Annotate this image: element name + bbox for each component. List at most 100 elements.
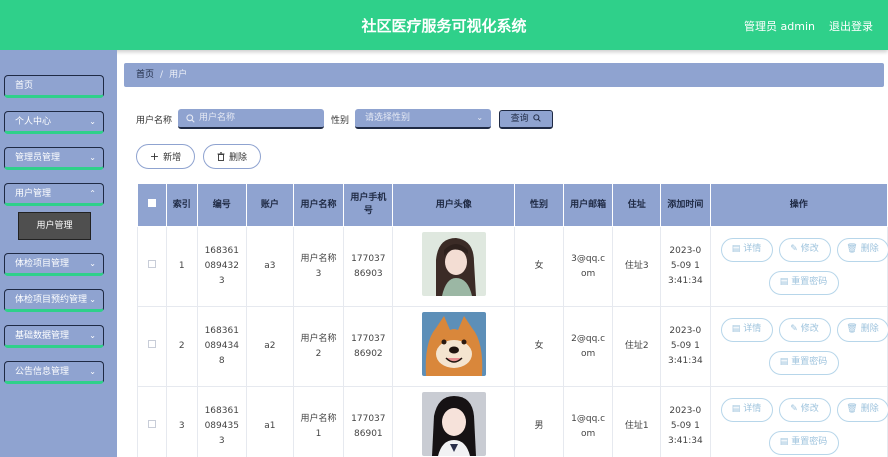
- cell-operations: ▤ 详情 ✎ 修改 🗑 删除 ▤ 重置密码: [709, 386, 888, 457]
- column-header: 用户手机号: [343, 183, 394, 227]
- column-header: 索引: [165, 183, 198, 227]
- cell-name: 用户名称1: [292, 386, 345, 457]
- sidebar-item-label: 体检项目预约管理: [15, 295, 88, 305]
- doc-icon: ▤: [779, 277, 789, 287]
- sidebar-item-base-data[interactable]: 基础数据管理 ⌄: [4, 325, 104, 348]
- select-all-cell: [137, 183, 167, 227]
- cell-index: 3: [165, 386, 198, 457]
- cell-avatar: [392, 226, 516, 307]
- cell-address: 住址2: [612, 306, 662, 387]
- sidebar-item-label: 基础数据管理: [15, 331, 70, 341]
- breadcrumb-current: 用户: [169, 70, 188, 80]
- cell-operations: ▤ 详情 ✎ 修改 🗑 删除 ▤ 重置密码: [709, 226, 888, 307]
- row-delete-button[interactable]: 🗑 删除: [836, 397, 888, 422]
- logout-link[interactable]: 退出登录: [829, 18, 873, 34]
- row-checkbox[interactable]: [147, 340, 156, 348]
- username-search-input[interactable]: 用户名称: [178, 109, 325, 129]
- edit-button-label: 修改: [800, 404, 819, 414]
- sidebar-item-user-management[interactable]: 用户管理 ⌃: [4, 183, 104, 206]
- reset-password-button-label: 重置密码: [791, 437, 828, 447]
- cell-address: 住址1: [612, 386, 662, 457]
- cell-index: 2: [165, 306, 198, 387]
- sidebar-item-admin-management[interactable]: 管理员管理 ⌄: [4, 147, 104, 170]
- edit-button[interactable]: ✎ 修改: [778, 237, 831, 262]
- delete-button[interactable]: 删除: [203, 144, 261, 169]
- cell-avatar: [392, 306, 516, 387]
- sidebar-item-label: 管理员管理: [15, 153, 61, 163]
- query-button[interactable]: 查询: [499, 109, 554, 129]
- cell-id: 1683610894348: [196, 306, 247, 387]
- reset-password-button[interactable]: ▤ 重置密码: [768, 350, 839, 375]
- edit-button-label: 修改: [800, 244, 819, 254]
- user-avatar-image[interactable]: [421, 231, 486, 296]
- user-avatar-image[interactable]: [421, 311, 486, 376]
- edit-button[interactable]: ✎ 修改: [778, 397, 831, 422]
- pen-icon: ✎: [790, 324, 798, 334]
- row-delete-button-label: 删除: [860, 244, 879, 254]
- detail-button[interactable]: ▤ 详情: [720, 317, 773, 342]
- pen-icon: ✎: [790, 404, 798, 414]
- sidebar-item-exam-booking[interactable]: 体检项目预约管理 ⌄: [4, 289, 104, 312]
- top-bar: 社区医疗服务可视化系统 管理员 admin 退出登录: [0, 0, 888, 50]
- select-all-checkbox[interactable]: [147, 198, 156, 207]
- row-checkbox[interactable]: [147, 260, 156, 268]
- submenu-item-user-management[interactable]: 用户管理: [18, 212, 91, 240]
- edit-button[interactable]: ✎ 修改: [778, 317, 831, 342]
- search-bar: 用户名称 用户名称 性别 请选择性别 ⌄ 查询: [136, 108, 554, 130]
- cell-phone: 17703786902: [343, 306, 394, 387]
- reset-password-button[interactable]: ▤ 重置密码: [768, 270, 839, 295]
- cell-index: 1: [165, 226, 198, 307]
- action-buttons: + 新增 删除: [136, 144, 261, 169]
- row-checkbox[interactable]: [147, 420, 156, 428]
- chevron-down-icon: ⌄: [89, 295, 96, 304]
- sidebar-item-exam-items[interactable]: 体检项目管理 ⌄: [4, 253, 104, 276]
- sidebar-item-personal-center[interactable]: 个人中心 ⌄: [4, 111, 104, 134]
- username-label: 用户名称: [136, 115, 173, 126]
- cell-name: 用户名称2: [292, 306, 345, 387]
- chevron-down-icon: ⌄: [476, 113, 484, 122]
- detail-button-label: 详情: [743, 244, 762, 254]
- sidebar-item-notice[interactable]: 公告信息管理 ⌄: [4, 361, 104, 384]
- cell-email: 2@qq.com: [562, 306, 614, 387]
- detail-button-label: 详情: [743, 324, 762, 334]
- doc-icon: ▤: [779, 437, 789, 447]
- column-header: 性别: [514, 183, 564, 227]
- gender-select[interactable]: 请选择性别 ⌄: [355, 109, 492, 129]
- gender-placeholder: 请选择性别: [365, 113, 411, 123]
- cell-email: 3@qq.com: [562, 226, 614, 307]
- detail-button[interactable]: ▤ 详情: [720, 237, 773, 262]
- cell-operations: ▤ 详情 ✎ 修改 🗑 删除 ▤ 重置密码: [709, 306, 888, 387]
- username-placeholder: 用户名称: [199, 113, 236, 123]
- doc-icon: ▤: [731, 404, 741, 414]
- cell-address: 住址3: [612, 226, 662, 307]
- cell-id: 1683610894323: [196, 226, 247, 307]
- sidebar-item-home[interactable]: 首页: [4, 75, 104, 98]
- cell-name: 用户名称3: [292, 226, 345, 307]
- user-avatar-image[interactable]: [421, 391, 486, 456]
- cell-time: 2023-05-09 13:41:34: [660, 306, 711, 387]
- doc-icon: ▤: [779, 357, 789, 367]
- column-header: 添加时间: [660, 183, 711, 227]
- chevron-down-icon: ⌄: [89, 259, 96, 268]
- reset-password-button-label: 重置密码: [791, 277, 828, 287]
- breadcrumb-home[interactable]: 首页: [136, 70, 154, 80]
- reset-password-button[interactable]: ▤ 重置密码: [768, 430, 839, 455]
- cell-avatar: [392, 386, 516, 457]
- detail-button[interactable]: ▤ 详情: [720, 397, 773, 422]
- chevron-down-icon: ⌄: [89, 367, 96, 376]
- row-delete-button-label: 删除: [860, 404, 879, 414]
- column-header: 账户: [245, 183, 294, 227]
- table-row: 3 1683610894353 a1 用户名称1 17703786901 男 1…: [137, 386, 888, 457]
- cell-id: 1683610894353: [196, 386, 247, 457]
- user-table: 索引 编号 账户 用户名称 用户手机号 用户头像 性别 用户邮箱 住址 添加时间…: [137, 183, 888, 457]
- add-button-label: 新增: [163, 153, 182, 163]
- add-button[interactable]: + 新增: [136, 144, 195, 169]
- row-delete-button[interactable]: 🗑 删除: [836, 237, 888, 262]
- row-delete-button[interactable]: 🗑 删除: [836, 317, 888, 342]
- delete-button-label: 删除: [228, 153, 247, 163]
- chevron-down-icon: ⌄: [89, 153, 96, 162]
- plus-icon: +: [149, 150, 160, 163]
- cell-gender: 女: [514, 306, 564, 387]
- column-header: 住址: [612, 183, 662, 227]
- breadcrumb-separator: /: [160, 70, 164, 80]
